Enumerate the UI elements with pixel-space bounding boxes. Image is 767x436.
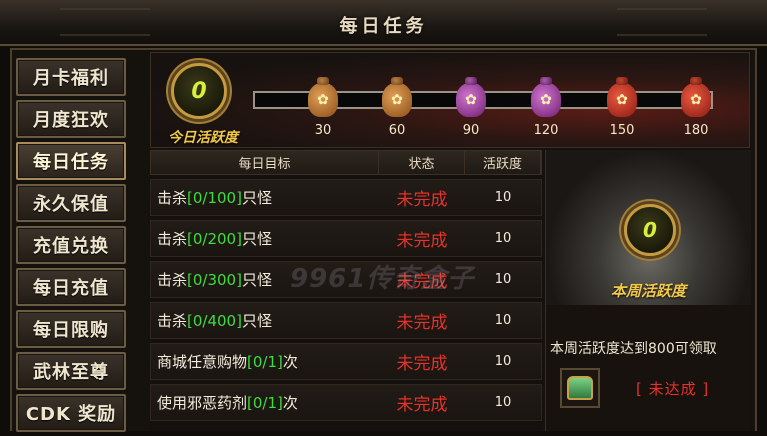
task-goal: 使用邪恶药剂 [0/1] 次: [151, 385, 379, 420]
task-points: 10: [494, 354, 512, 369]
task-goal: 击杀 [0/200] 只怪: [151, 221, 379, 256]
weekly-claim-status: [ 未达成 ]: [636, 380, 710, 398]
goal-text: 击杀: [157, 189, 188, 207]
milestone-value: 150: [609, 123, 635, 138]
goal-text: 次: [282, 394, 298, 412]
goal-text: 只怪: [241, 189, 272, 207]
goal-text: 使用邪恶药剂: [157, 394, 248, 412]
goal-count: [0/200]: [187, 229, 242, 248]
task-goal: 击杀 [0/100] 只怪: [151, 180, 379, 215]
task-points: 10: [494, 190, 512, 205]
task-status: 未完成: [396, 231, 448, 251]
sidebar-item-recharge-exchange[interactable]: 充值兑换: [16, 226, 126, 264]
reward-bag-icon[interactable]: ✿: [681, 83, 711, 117]
daily-activity-medal: 0: [171, 63, 227, 119]
daily-activity-label: 今日活跃度: [168, 130, 238, 146]
reward-bag-icon[interactable]: ✿: [607, 83, 637, 117]
task-points: 10: [494, 231, 512, 246]
goal-count: [0/1]: [247, 352, 283, 371]
reward-bag-icon[interactable]: ✿: [456, 83, 486, 117]
goal-text: 只怪: [241, 230, 272, 248]
table-row: 击杀 [0/100] 只怪 未完成 10: [150, 179, 542, 216]
sidebar-item-permanent-value[interactable]: 永久保值: [16, 184, 126, 222]
task-status: 未完成: [396, 313, 448, 333]
sidebar-item-supreme[interactable]: 武林至尊: [16, 352, 126, 390]
reward-bag-icon[interactable]: ✿: [382, 83, 412, 117]
milestone-value: 30: [314, 123, 332, 138]
goal-text: 击杀: [157, 312, 188, 330]
sidebar-item-daily-tasks[interactable]: 每日任务: [16, 142, 126, 180]
task-status: 未完成: [396, 190, 448, 210]
goal-text: 商城任意购物: [157, 353, 248, 371]
task-points: 10: [494, 272, 512, 287]
milestone-value: 120: [533, 123, 559, 138]
weekly-activity-medal: 0: [624, 204, 676, 256]
task-goal: 商城任意购物 [0/1] 次: [151, 344, 379, 379]
goal-text: 击杀: [157, 271, 188, 289]
goal-text: 只怪: [241, 271, 272, 289]
sidebar-item-cdk-reward[interactable]: CDK 奖励: [16, 394, 126, 432]
reward-bag-icon[interactable]: ✿: [531, 83, 561, 117]
watermark: 9961传奇盒子: [290, 264, 475, 294]
goal-text: 次: [282, 353, 298, 371]
weekly-activity-panel: 0 本周活跃度 本周活跃度达到800可领取 [ 未达成 ]: [545, 150, 751, 431]
task-table-header: 每日目标 状态 活跃度: [150, 150, 542, 175]
sidebar-item-daily-limited[interactable]: 每日限购: [16, 310, 126, 348]
goal-count: [0/1]: [247, 393, 283, 412]
goal-count: [0/300]: [187, 270, 242, 289]
weekly-activity-label: 本周活跃度: [610, 282, 686, 300]
goal-text: 只怪: [241, 312, 272, 330]
table-row: 击杀 [0/200] 只怪 未完成 10: [150, 220, 542, 257]
table-row: 商城任意购物 [0/1] 次 未完成 10: [150, 343, 542, 380]
sidebar-item-monthly-card[interactable]: 月卡福利: [16, 58, 126, 96]
sidebar-item-monthly-carnival[interactable]: 月度狂欢: [16, 100, 126, 138]
chest-shape: [567, 376, 593, 400]
task-status: 未完成: [396, 354, 448, 374]
goal-text: 击杀: [157, 230, 188, 248]
header-points: 活跃度: [465, 151, 541, 174]
task-points: 10: [494, 313, 512, 328]
goal-count: [0/400]: [187, 311, 242, 330]
table-row: 击杀 [0/400] 只怪 未完成 10: [150, 302, 542, 339]
daily-activity-banner: 0 今日活跃度 ✿ ✿ ✿ ✿ ✿ ✿ 30 60 90 120 150 180: [150, 52, 750, 148]
milestone-value: 180: [683, 123, 709, 138]
header-goal: 每日目标: [151, 151, 379, 174]
table-row: 使用邪恶药剂 [0/1] 次 未完成 10: [150, 384, 542, 421]
weekly-requirement-text: 本周活跃度达到800可领取: [550, 341, 717, 357]
milestone-value: 90: [462, 123, 480, 138]
task-status: 未完成: [396, 395, 448, 415]
task-points: 10: [494, 395, 512, 410]
treasure-chest-icon[interactable]: [560, 368, 600, 408]
title-bar: 每日任务: [0, 0, 767, 46]
window-title: 每日任务: [339, 16, 428, 37]
header-status: 状态: [379, 151, 465, 174]
task-goal: 击杀 [0/400] 只怪: [151, 303, 379, 338]
reward-bag-icon[interactable]: ✿: [308, 83, 338, 117]
milestone-value: 60: [388, 123, 406, 138]
sidebar: 月卡福利 月度狂欢 每日任务 永久保值 充值兑换 每日充值 每日限购 武林至尊 …: [16, 58, 128, 436]
goal-count: [0/100]: [187, 188, 242, 207]
sidebar-item-daily-recharge[interactable]: 每日充值: [16, 268, 126, 306]
